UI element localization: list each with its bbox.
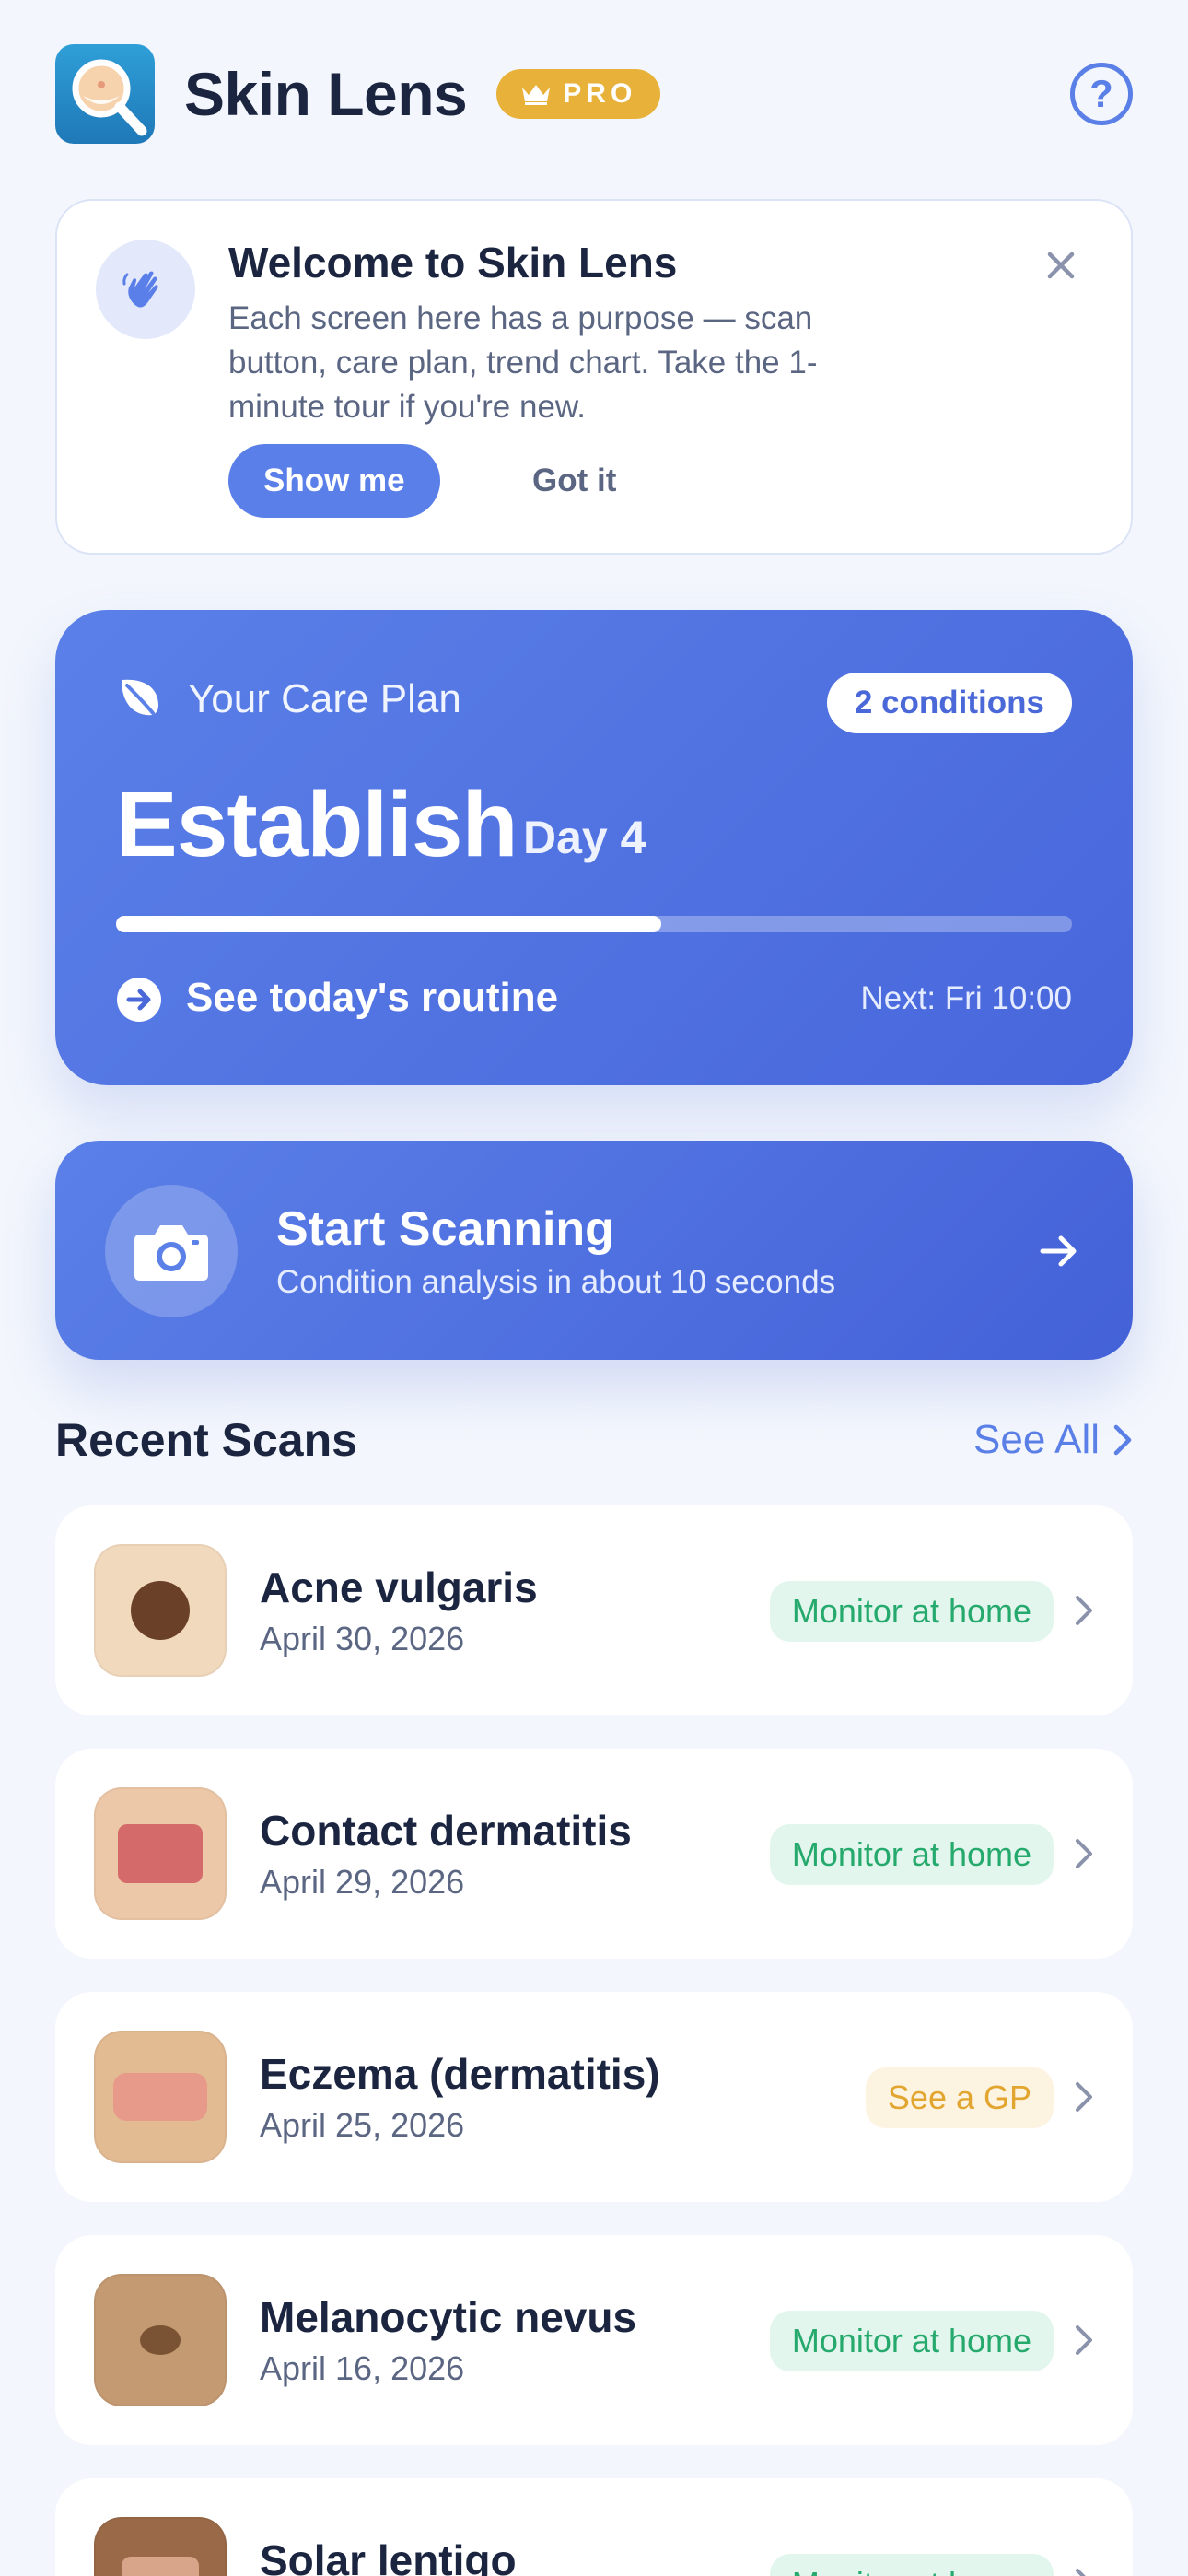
pro-label: PRO: [563, 78, 637, 109]
scan-list-item[interactable]: Melanocytic nevus April 16, 2026 Monitor…: [55, 2235, 1133, 2445]
scan-list-item[interactable]: Acne vulgaris April 30, 2026 Monitor at …: [55, 1505, 1133, 1715]
scan-list-item[interactable]: Solar lentigo Monitor at home: [55, 2478, 1133, 2576]
got-it-button[interactable]: Got it: [532, 444, 616, 518]
welcome-card: Welcome to Skin Lens Each screen here ha…: [55, 199, 1133, 555]
recent-scans-title: Recent Scans: [55, 1414, 357, 1466]
care-progress-bar: [116, 916, 1072, 932]
care-progress-fill: [116, 916, 661, 932]
scan-condition: Contact dermatitis: [260, 1807, 632, 1855]
see-all-label: See All: [973, 1417, 1100, 1462]
scan-date: April 30, 2026: [260, 1620, 465, 1657]
scan-condition: Acne vulgaris: [260, 1563, 538, 1611]
scan-date: April 16, 2026: [260, 2349, 465, 2387]
care-plan-card[interactable]: Your Care Plan 2 conditions Establish Da…: [55, 610, 1133, 1085]
scan-thumbnail: [94, 1787, 227, 1920]
care-phase: Establish: [116, 773, 518, 876]
scan-thumbnail: [94, 1544, 227, 1677]
status-badge: Monitor at home: [769, 2311, 1054, 2371]
scan-condition: Eczema (dermatitis): [260, 2050, 660, 2098]
chevron-right-icon: [1076, 1596, 1092, 1625]
show-me-button[interactable]: Show me: [228, 444, 440, 518]
start-scanning-button[interactable]: Start Scanning Condition analysis in abo…: [55, 1141, 1133, 1360]
scan-thumbnail: [94, 2517, 227, 2576]
pro-badge[interactable]: PRO: [496, 69, 661, 119]
chevron-right-icon: [1113, 1424, 1132, 1456]
status-badge: See a GP: [865, 2067, 1054, 2128]
status-badge: Monitor at home: [769, 1581, 1054, 1642]
app-header: Skin Lens PRO ?: [55, 44, 1133, 144]
close-icon[interactable]: [1042, 247, 1079, 284]
arrow-right-icon: [1040, 1235, 1077, 1267]
welcome-body: Each screen here has a purpose — scan bu…: [228, 300, 818, 425]
scan-title: Start Scanning: [276, 1202, 614, 1256]
chevron-right-icon: [1076, 2325, 1092, 2355]
app-title: Skin Lens: [184, 60, 468, 128]
scan-date: April 25, 2026: [260, 2106, 465, 2144]
camera-icon: [105, 1185, 238, 1317]
help-icon[interactable]: ?: [1070, 63, 1133, 125]
chevron-right-icon: [1076, 1839, 1092, 1868]
waving-hand-icon: [96, 240, 195, 339]
scan-list-item[interactable]: Eczema (dermatitis) April 25, 2026 See a…: [55, 1992, 1133, 2202]
chevron-right-icon: [1076, 2569, 1086, 2576]
see-all-link[interactable]: See All: [973, 1417, 1133, 1463]
crown-icon: [522, 85, 551, 105]
scan-thumbnail: [94, 2274, 227, 2406]
chevron-right-icon: [1076, 2082, 1092, 2112]
welcome-title: Welcome to Skin Lens: [228, 239, 678, 287]
scan-date: April 29, 2026: [260, 1863, 465, 1901]
scan-thumbnail: [94, 2031, 227, 2163]
care-day: Day 4: [523, 812, 646, 863]
conditions-pill[interactable]: 2 conditions: [826, 673, 1072, 733]
scan-condition: Solar lentigo: [260, 2536, 517, 2576]
app-logo-icon: [55, 44, 155, 144]
status-badge: Monitor at home: [769, 1824, 1054, 1885]
status-badge: Monitor at home: [769, 2554, 1054, 2576]
scan-list-item[interactable]: Contact dermatitis April 29, 2026 Monito…: [55, 1749, 1133, 1959]
scan-condition: Melanocytic nevus: [260, 2293, 637, 2341]
see-routine-link[interactable]: See today's routine: [186, 975, 558, 1021]
scan-subtitle: Condition analysis in about 10 seconds: [276, 1264, 836, 1300]
leaf-icon: [122, 679, 158, 716]
arrow-circle-right-icon: [117, 978, 161, 1022]
next-session: Next: Fri 10:00: [860, 980, 1072, 1016]
care-plan-label: Your Care Plan: [188, 676, 461, 721]
